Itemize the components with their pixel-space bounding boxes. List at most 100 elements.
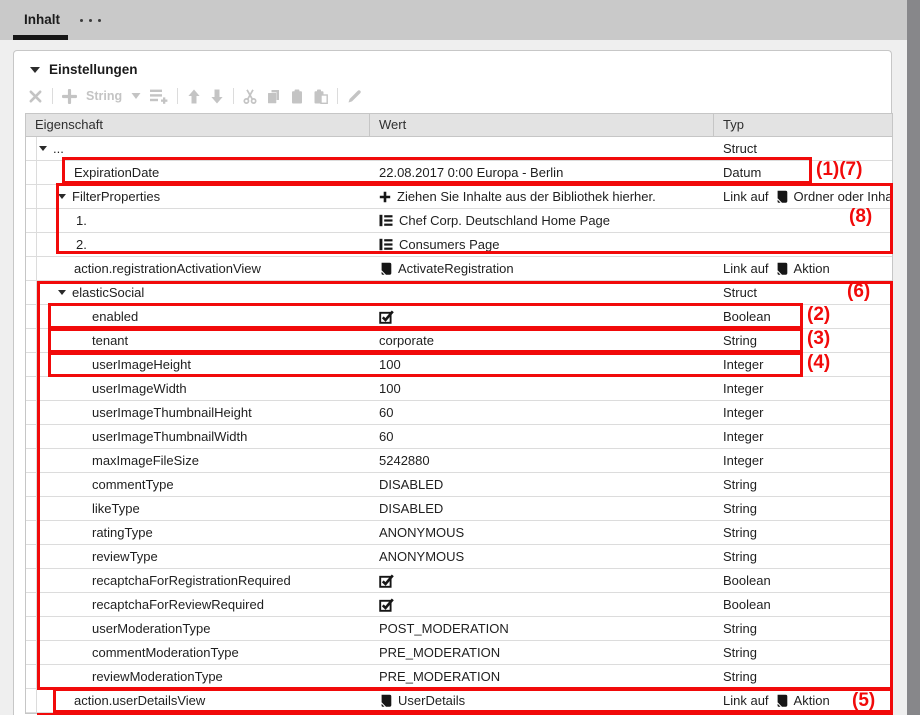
- property-type: String: [723, 641, 893, 664]
- property-value[interactable]: 5242880: [379, 449, 430, 472]
- property-name: reviewModerationType: [92, 665, 223, 688]
- property-name: 1.: [76, 209, 87, 232]
- value-text: UserDetails: [398, 693, 465, 708]
- type-select-label[interactable]: String: [86, 89, 122, 103]
- property-value[interactable]: DISABLED: [379, 473, 443, 496]
- expand-caret-icon[interactable]: [58, 194, 66, 199]
- tab-inhalt[interactable]: Inhalt: [13, 0, 71, 40]
- table-row[interactable]: userModerationTypePOST_MODERATIONString: [26, 617, 892, 641]
- paste-button[interactable]: [290, 89, 304, 104]
- property-value[interactable]: ANONYMOUS: [379, 521, 464, 544]
- table-row[interactable]: reviewModerationType PRE_MODERATION String: [26, 665, 892, 689]
- edit-button[interactable]: [347, 89, 362, 104]
- cut-button[interactable]: [243, 89, 257, 104]
- table-row[interactable]: userImageWidth100Integer: [26, 377, 892, 401]
- property-value[interactable]: corporate: [379, 329, 434, 352]
- delete-button[interactable]: [28, 89, 43, 104]
- type-text: String: [723, 669, 757, 684]
- checkbox-checked-icon[interactable]: [379, 574, 395, 588]
- checkbox-checked-icon[interactable]: [379, 598, 395, 612]
- column-header-wert[interactable]: Wert: [370, 114, 714, 136]
- column-header-eigenschaft[interactable]: Eigenschaft: [26, 114, 370, 136]
- type-text: Struct: [723, 285, 757, 300]
- section-einstellungen-header[interactable]: Einstellungen: [30, 62, 138, 77]
- property-value[interactable]: PRE_MODERATION: [379, 665, 500, 688]
- property-value[interactable]: Chef Corp. Deutschland Home Page: [379, 209, 610, 232]
- table-row[interactable]: commentModerationTypePRE_MODERATIONStrin…: [26, 641, 892, 665]
- property-value[interactable]: POST_MODERATION: [379, 617, 509, 640]
- type-prefix: Link auf: [723, 189, 769, 204]
- property-value[interactable]: 100: [379, 377, 401, 400]
- property-value[interactable]: 60: [379, 401, 393, 424]
- table-row[interactable]: action.registrationActivationViewActivat…: [26, 257, 892, 281]
- property-name: reviewType: [92, 545, 158, 568]
- property-value[interactable]: [379, 593, 395, 616]
- type-prefix: Link auf: [723, 693, 769, 708]
- property-name: recaptchaForReviewRequired: [92, 593, 264, 616]
- property-value[interactable]: Ziehen Sie Inhalte aus der Bibliothek hi…: [379, 185, 656, 208]
- type-text: Integer: [723, 357, 763, 372]
- value-text: 60: [379, 429, 393, 444]
- content-type-icon: [775, 190, 788, 204]
- expand-caret-icon[interactable]: [58, 290, 66, 295]
- property-value[interactable]: 100: [379, 353, 401, 376]
- table-row[interactable]: action.userDetailsViewUserDetailsLink au…: [26, 689, 892, 713]
- table-row[interactable]: commentTypeDISABLEDString: [26, 473, 892, 497]
- value-text: corporate: [379, 333, 434, 348]
- paste-into-icon: [313, 89, 328, 104]
- collapse-caret-icon[interactable]: [30, 67, 40, 73]
- expand-caret-icon[interactable]: [39, 146, 47, 151]
- value-text: PRE_MODERATION: [379, 669, 500, 684]
- add-property-button[interactable]: [62, 89, 77, 104]
- property-value[interactable]: 22.08.2017 0:00 Europa - Berlin: [379, 161, 563, 184]
- table-row[interactable]: maxImageFileSize5242880Integer: [26, 449, 892, 473]
- table-row[interactable]: recaptchaForReviewRequiredBoolean: [26, 593, 892, 617]
- delete-icon: [28, 89, 43, 104]
- table-row[interactable]: ExpirationDate22.08.2017 0:00 Europa - B…: [26, 161, 892, 185]
- property-value[interactable]: [379, 569, 395, 592]
- table-row[interactable]: userImageThumbnailHeight60Integer: [26, 401, 892, 425]
- property-type: String: [723, 473, 893, 496]
- copy-button[interactable]: [266, 89, 281, 104]
- property-value[interactable]: DISABLED: [379, 497, 443, 520]
- property-value[interactable]: UserDetails: [379, 689, 465, 712]
- table-row[interactable]: enabledBoolean: [26, 305, 892, 329]
- property-value[interactable]: ActivateRegistration: [379, 257, 514, 280]
- property-value[interactable]: 60: [379, 425, 393, 448]
- property-value[interactable]: ANONYMOUS: [379, 545, 464, 568]
- table-row[interactable]: likeTypeDISABLEDString: [26, 497, 892, 521]
- checkbox-checked-icon[interactable]: [379, 310, 395, 324]
- column-header-typ[interactable]: Typ: [714, 114, 892, 136]
- table-row[interactable]: ...Struct: [26, 137, 892, 161]
- value-text: DISABLED: [379, 501, 443, 516]
- property-type: Integer: [723, 449, 893, 472]
- property-value[interactable]: PRE_MODERATION: [379, 641, 500, 664]
- move-up-button[interactable]: [187, 89, 201, 104]
- settings-panel: Einstellungen String EigenschaftWertTyp …: [13, 50, 892, 715]
- table-row[interactable]: elasticSocialStruct: [26, 281, 892, 305]
- table-row[interactable]: reviewType ANONYMOUS String: [26, 545, 892, 569]
- type-text: Boolean: [723, 573, 771, 588]
- table-row[interactable]: userImageHeight100Integer: [26, 353, 892, 377]
- type-text: Integer: [723, 405, 763, 420]
- paste-into-button[interactable]: [313, 89, 328, 104]
- toolbar-separator: [337, 88, 338, 104]
- move-down-button[interactable]: [210, 89, 224, 104]
- type-text: String: [723, 477, 757, 492]
- property-value[interactable]: Consumers Page: [379, 233, 499, 256]
- property-value[interactable]: [379, 305, 395, 328]
- table-row[interactable]: 2.Consumers Page: [26, 233, 892, 257]
- tab-overflow-button[interactable]: [80, 0, 101, 40]
- property-type: String: [723, 665, 893, 688]
- add-list-icon: [150, 88, 168, 104]
- table-row[interactable]: userImageThumbnailWidth60Integer: [26, 425, 892, 449]
- table-row[interactable]: tenantcorporateString: [26, 329, 892, 353]
- add-to-list-button[interactable]: [150, 88, 168, 104]
- type-select-caret[interactable]: [131, 92, 141, 100]
- table-row[interactable]: ratingTypeANONYMOUSString: [26, 521, 892, 545]
- table-row[interactable]: 1. Chef Corp. Deutschland Home Page: [26, 209, 892, 233]
- table-row[interactable]: FilterPropertiesZiehen Sie Inhalte aus d…: [26, 185, 892, 209]
- type-text: String: [723, 549, 757, 564]
- table-row[interactable]: recaptchaForRegistrationRequiredBoolean: [26, 569, 892, 593]
- property-type: String: [723, 521, 893, 544]
